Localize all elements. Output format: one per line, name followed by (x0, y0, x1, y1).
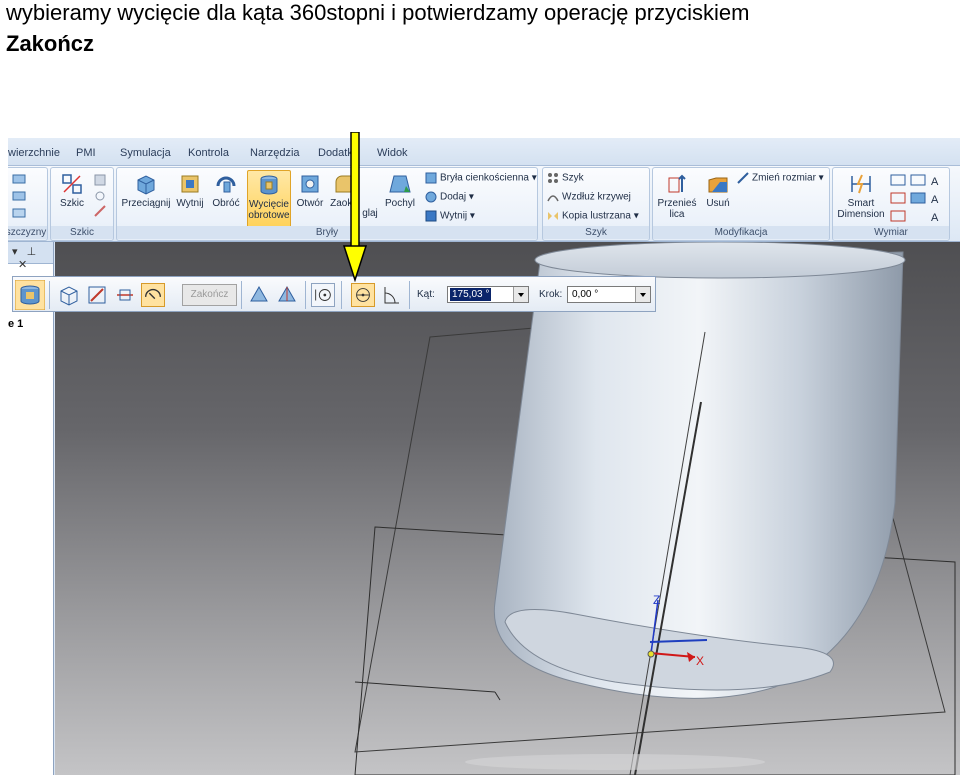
step-combobox[interactable]: 0,00 ° (567, 286, 651, 303)
instruction-caption: wybieramy wycięcie dla kąta 360stopni i … (6, 0, 946, 59)
step-dropdown-icon[interactable] (635, 287, 650, 302)
revolve-button[interactable]: Obróć (211, 172, 241, 209)
draft-button[interactable]: Pochyl (383, 172, 417, 209)
ribbon-tab-bar: wierzchnie PMI Symulacja Kontrola Narzęd… (8, 138, 960, 166)
pattern-icon (548, 173, 558, 183)
pathfinder-pane: ▾ ⊥ ✕ e 1 (8, 242, 54, 775)
highlight-arrow-icon (343, 132, 367, 282)
tab-tools[interactable]: Narzędzia (250, 147, 300, 159)
planes-group-label: szczyzny (8, 226, 47, 239)
delete-button[interactable]: Usuń (703, 172, 733, 209)
move-faces-button[interactable]: Przenieś lica (657, 172, 697, 220)
pane-pin-icon[interactable]: ⊥ (27, 246, 37, 258)
curve-pattern-icon (547, 195, 559, 202)
resize-icon (737, 172, 749, 184)
dimension-group: Smart Dimension A A A Wymiar (832, 167, 950, 241)
revolved-cut-icon (260, 175, 278, 195)
svg-text:A: A (931, 176, 939, 188)
revolved-cut-button[interactable]: Wycięcie obrotowe (247, 170, 291, 228)
revolve-360-icon[interactable] (351, 283, 375, 307)
caption-line-1: wybieramy wycięcie dla kąta 360stopni i … (6, 0, 750, 25)
extrude-icon (137, 175, 155, 195)
thin-wall-button[interactable]: Bryła cienkościenna ▾ (425, 172, 537, 184)
smart-dimension-button[interactable]: Smart Dimension (837, 172, 885, 220)
angle-value: 175,03 ° (450, 288, 492, 301)
cut-small-icon (425, 210, 437, 222)
ribbon: szczyzny Szkic Szkic Przeciągnij Wytnij … (8, 166, 960, 242)
tab-view[interactable]: Widok (377, 147, 408, 159)
hole-icon (301, 175, 319, 193)
model-view: X Z (354, 242, 956, 775)
sketch-group: Szkic Szkic (50, 167, 114, 241)
cut-button[interactable]: Wytnij (175, 172, 205, 209)
svg-text:A: A (931, 212, 939, 224)
finish-button[interactable]: Zakończ (182, 284, 237, 306)
extent-step-icon[interactable] (141, 283, 165, 307)
tab-inspect[interactable]: Kontrola (188, 147, 229, 159)
graphics-viewport[interactable]: X Z (55, 242, 960, 775)
triad-z-label: Z (653, 593, 660, 607)
angle-dropdown-icon[interactable] (513, 287, 528, 302)
profile-step-icon[interactable] (85, 283, 109, 307)
extrude-button[interactable]: Przeciągnij (121, 172, 171, 209)
pattern-along-curve-button[interactable]: Wzdłuż krzywej (547, 191, 631, 203)
side-step-icon[interactable] (247, 283, 271, 307)
add-icon (425, 191, 437, 203)
sketch-group-label: Szkic (51, 226, 113, 239)
sketch-button[interactable]: Szkic (57, 172, 87, 209)
dimension-tools-icon[interactable]: A A A (889, 172, 945, 224)
planes-icon[interactable] (11, 172, 33, 222)
pane-header: ▾ ⊥ ✕ (8, 242, 53, 271)
svg-text:A: A (931, 194, 939, 206)
step-revolved-cut-icon[interactable] (15, 280, 45, 310)
triad-x-label: X (696, 654, 704, 668)
solids-group: Przeciągnij Wytnij Obróć Wycięcie obroto… (116, 167, 538, 241)
resize-button[interactable]: Zmień rozmiar ▾ (737, 172, 824, 184)
pane-item[interactable]: e 1 (8, 318, 23, 330)
tab-surfaces[interactable]: wierzchnie (8, 147, 60, 159)
modify-group: Przenieś lica Usuń Zmień rozmiar ▾ Modyf… (652, 167, 830, 241)
sketch-icon (62, 174, 82, 194)
dimension-group-label: Wymiar (833, 226, 949, 239)
pane-dropdown-icon[interactable]: ▾ (12, 246, 18, 258)
smart-dimension-icon (851, 174, 871, 194)
angle-label: Kąt: (417, 289, 435, 300)
step-value: 0,00 ° (572, 289, 599, 300)
draft-icon (389, 175, 411, 193)
solids-group-label: Bryły (117, 226, 537, 239)
plane-step-icon[interactable] (57, 283, 81, 307)
command-bar: Zakończ Kąt: 175,03 ° Krok: 0,00 ° (12, 276, 656, 312)
planes-group: szczyzny (8, 167, 48, 241)
delete-icon (708, 177, 728, 193)
tab-pmi[interactable]: PMI (76, 147, 96, 159)
caption-line-2: Zakończ (6, 31, 95, 56)
axis-step-icon[interactable] (113, 283, 137, 307)
mirror-icon (548, 212, 558, 220)
side-step-2-icon[interactable] (275, 283, 299, 307)
add-button[interactable]: Dodaj ▾ (425, 191, 474, 203)
thin-wall-icon (425, 172, 437, 184)
mirror-copy-button[interactable]: Kopia lustrzana ▾ (547, 210, 639, 222)
modify-group-label: Modyfikacja (653, 226, 829, 239)
sketch-tools-icon[interactable] (93, 172, 109, 220)
angle-combobox[interactable]: 175,03 ° (447, 286, 529, 303)
tab-simulation[interactable]: Symulacja (120, 147, 171, 159)
revolve-icon (216, 176, 236, 193)
symmetric-icon[interactable] (379, 283, 403, 307)
hole-button[interactable]: Otwór (295, 172, 325, 209)
cut-icon (181, 175, 199, 193)
solid-edge-window: wierzchnie PMI Symulacja Kontrola Narzęd… (8, 138, 960, 775)
step-label: Krok: (539, 289, 563, 300)
pattern-group-label: Szyk (543, 226, 649, 239)
move-face-icon (668, 174, 686, 193)
pattern-button[interactable]: Szyk (547, 172, 584, 184)
pane-close-icon[interactable]: ✕ (18, 259, 27, 271)
cut-small-button[interactable]: Wytnij ▾ (425, 210, 475, 222)
pattern-group: Szyk Wzdłuż krzywej Kopia lustrzana ▾ Sz… (542, 167, 650, 241)
through-next-icon[interactable] (311, 283, 335, 307)
